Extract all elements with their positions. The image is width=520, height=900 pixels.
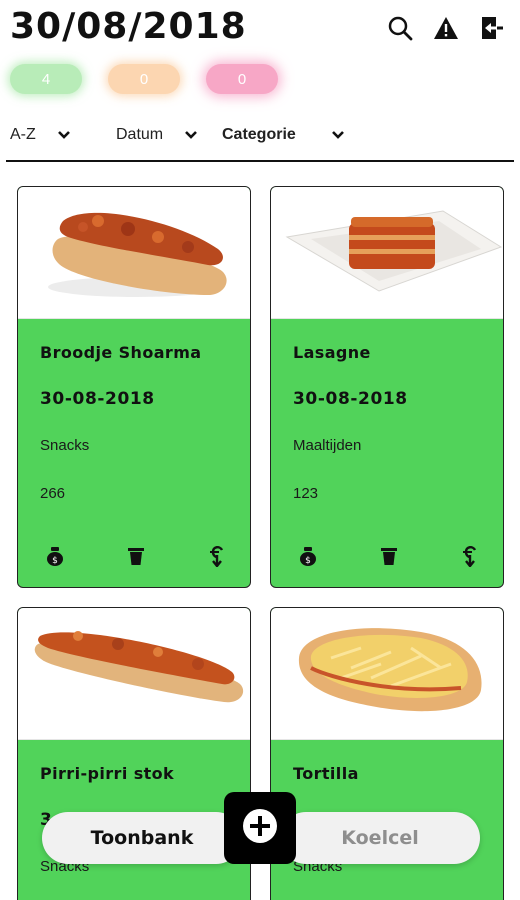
euro-arrow-icon[interactable] (459, 545, 481, 567)
filter-bar: A-Z Datum Categorie (10, 126, 510, 150)
product-name: Broodje Shoarma (40, 343, 202, 362)
product-date: 30-08-2018 (293, 389, 408, 409)
product-name: Tortilla (293, 764, 359, 783)
product-name: Lasagne (293, 343, 371, 362)
money-bag-icon[interactable]: $ (44, 545, 66, 567)
product-number: 123 (293, 485, 319, 502)
sort-label: A-Z (10, 126, 36, 143)
svg-text:$: $ (305, 556, 311, 566)
koelcel-button[interactable]: Koelcel (280, 812, 480, 864)
header: 30/08/2018 4 0 0 A-Z Datum Categorie (0, 0, 520, 170)
svg-text:$: $ (52, 556, 58, 566)
plus-icon (241, 807, 279, 849)
chevron-down-icon (56, 127, 72, 143)
product-date: 30-08-2018 (40, 389, 155, 409)
euro-arrow-icon[interactable] (206, 545, 228, 567)
toonbank-button[interactable]: Toonbank (42, 812, 242, 864)
money-bag-icon[interactable]: $ (297, 545, 319, 567)
search-icon[interactable] (386, 14, 414, 42)
status-badge-green[interactable]: 4 (10, 64, 82, 94)
trash-icon[interactable] (125, 545, 147, 567)
sort-dropdown[interactable]: A-Z (10, 126, 72, 144)
lasagne-plate-image (271, 187, 503, 319)
tortilla-image (271, 608, 503, 740)
header-divider (6, 160, 514, 162)
date-label: Datum (116, 126, 164, 143)
warning-icon[interactable] (432, 14, 460, 42)
date-dropdown[interactable]: Datum (116, 126, 199, 144)
status-badges: 4 0 0 (10, 64, 278, 94)
chevron-down-icon (183, 127, 199, 143)
bottom-location-bar: Toonbank Koelcel (42, 792, 480, 864)
card-actions: $ (297, 545, 481, 567)
shoarma-bread-image (18, 187, 250, 319)
add-button[interactable] (224, 792, 296, 864)
top-icons (386, 14, 506, 42)
product-name: Pirri-pirri stok (40, 764, 175, 783)
product-card[interactable]: Lasagne 30-08-2018 Maaltijden 123 $ (270, 186, 504, 588)
logout-icon[interactable] (478, 14, 506, 42)
page-title: 30/08/2018 (10, 6, 247, 47)
card-actions: $ (44, 545, 228, 567)
category-dropdown[interactable]: Categorie (222, 126, 346, 144)
status-badge-orange[interactable]: 0 (108, 64, 180, 94)
product-card[interactable]: Broodje Shoarma 30-08-2018 Snacks 266 $ (17, 186, 251, 588)
pirri-stick-image (18, 608, 250, 740)
status-badge-pink[interactable]: 0 (206, 64, 278, 94)
product-category: Maaltijden (293, 437, 362, 454)
product-category: Snacks (40, 437, 90, 454)
category-label: Categorie (222, 126, 296, 143)
chevron-down-icon (330, 127, 346, 143)
trash-icon[interactable] (378, 545, 400, 567)
product-number: 266 (40, 485, 66, 502)
